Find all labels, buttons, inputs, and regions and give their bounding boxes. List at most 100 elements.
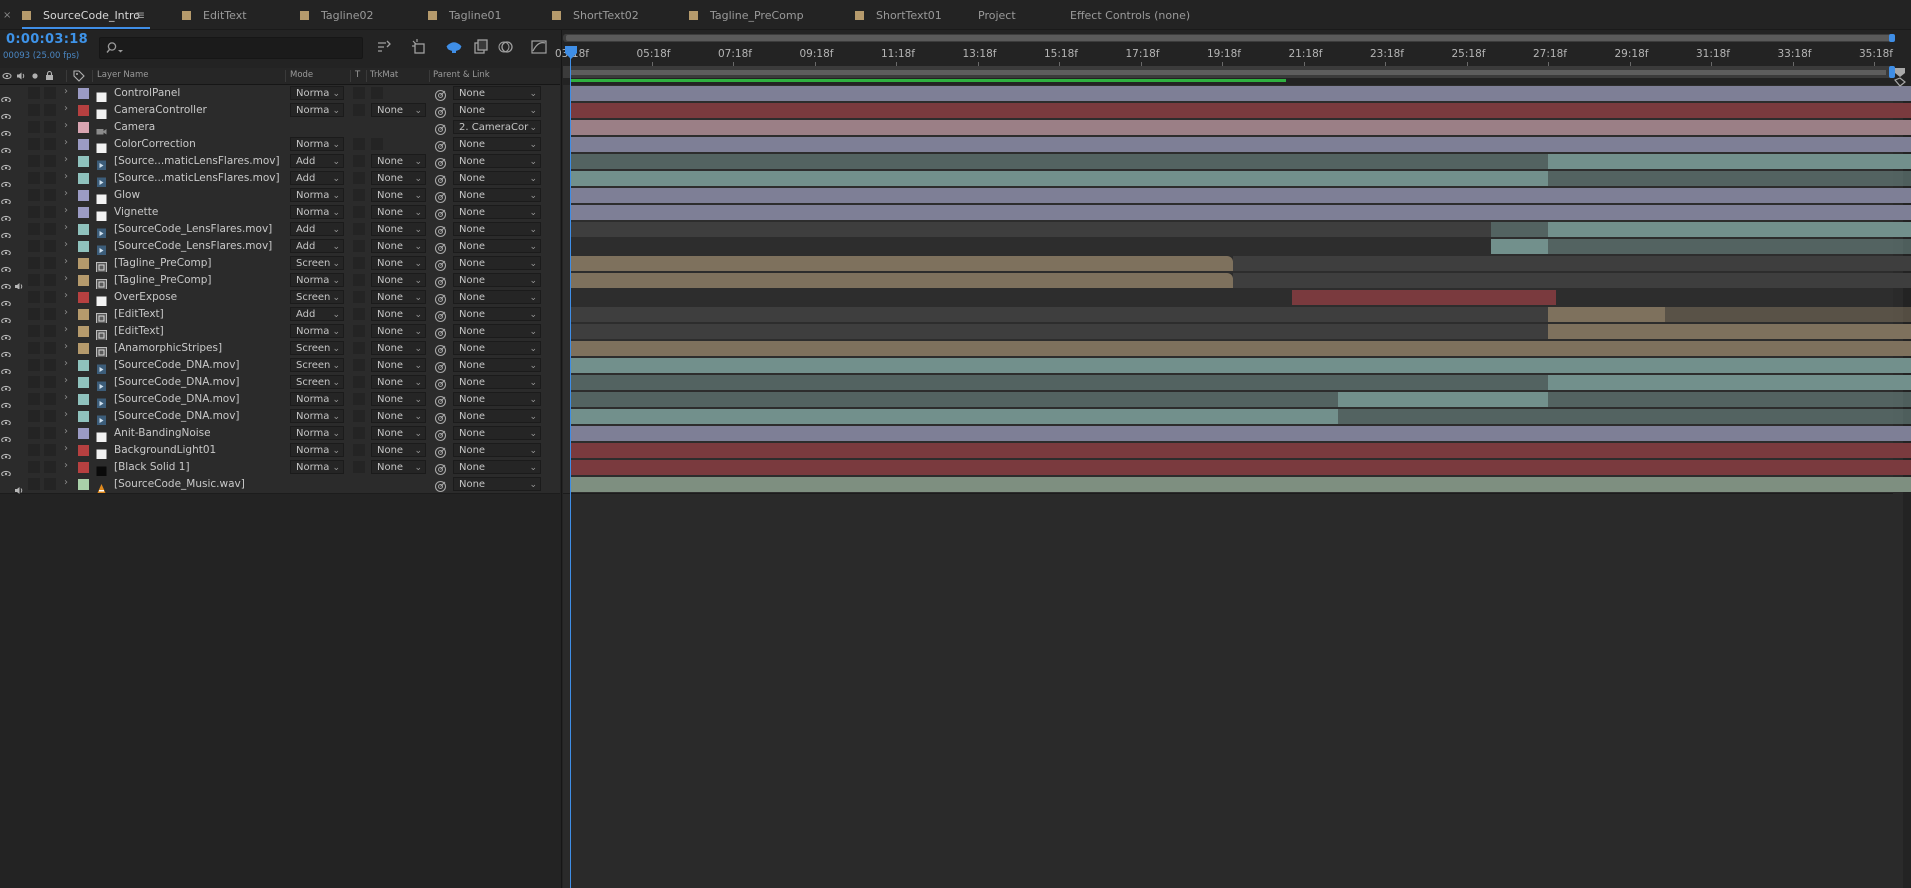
solo-switch[interactable] [28, 121, 40, 133]
lock-switch[interactable] [44, 206, 56, 218]
parent-pick-whip-icon[interactable] [434, 478, 447, 493]
solo-switch[interactable] [28, 104, 40, 116]
parent-dropdown[interactable]: None ⌄ [453, 273, 541, 287]
tab-4[interactable]: ShortText02 [552, 0, 639, 30]
layer-name[interactable]: [SourceCode_DNA.mov] [114, 393, 240, 405]
layer-duration-bar[interactable] [570, 375, 1548, 390]
expand-chevron-icon[interactable]: › [64, 239, 68, 250]
tab-0[interactable]: SourceCode_Intro [22, 0, 140, 30]
expand-chevron-icon[interactable]: › [64, 477, 68, 488]
track-matte-dropdown[interactable]: None ⌄ [371, 460, 426, 474]
blend-mode-dropdown[interactable]: Norma ⌄ [290, 188, 344, 202]
layer-track[interactable] [563, 425, 1911, 443]
preserve-transparency-switch[interactable] [353, 240, 365, 252]
expand-chevron-icon[interactable]: › [64, 358, 68, 369]
preserve-transparency-switch[interactable] [353, 308, 365, 320]
label-color-swatch[interactable] [78, 309, 89, 320]
column-mode[interactable]: Mode [290, 70, 313, 80]
layer-duration-bar[interactable] [1337, 392, 1548, 407]
layer-duration-bar[interactable] [1665, 307, 1911, 322]
parent-pick-whip-icon[interactable] [434, 257, 447, 272]
layer-duration-bar[interactable] [570, 477, 1911, 492]
layer-duration-bar[interactable] [1490, 239, 1548, 254]
preserve-transparency-switch[interactable] [353, 393, 365, 405]
blend-mode-dropdown[interactable]: Norma ⌄ [290, 103, 344, 117]
expand-chevron-icon[interactable]: › [64, 171, 68, 182]
layer-duration-bar[interactable] [1548, 392, 1911, 407]
layer-track[interactable] [563, 340, 1911, 358]
lock-switch[interactable] [44, 274, 56, 286]
layer-row[interactable]: › [AnamorphicStripes] Screen ⌄ None ⌄ None ⌄ [0, 340, 560, 359]
tab-6[interactable]: ShortText01 [855, 0, 942, 30]
track-matte-dropdown[interactable]: None ⌄ [371, 290, 426, 304]
parent-dropdown[interactable]: None ⌄ [453, 137, 541, 151]
solo-switch[interactable] [28, 291, 40, 303]
parent-dropdown[interactable]: None ⌄ [453, 358, 541, 372]
layer-track[interactable] [563, 255, 1911, 273]
blend-mode-dropdown[interactable]: Add ⌄ [290, 171, 344, 185]
expand-chevron-icon[interactable]: › [64, 205, 68, 216]
layer-duration-bar[interactable] [1548, 324, 1911, 339]
track-matte-dropdown[interactable]: None ⌄ [371, 256, 426, 270]
parent-pick-whip-icon[interactable] [434, 155, 447, 170]
layer-name[interactable]: [EditText] [114, 325, 164, 337]
layer-duration-bar[interactable] [570, 341, 1911, 356]
solo-switch[interactable] [28, 444, 40, 456]
parent-dropdown[interactable]: None ⌄ [453, 86, 541, 100]
track-matte-dropdown[interactable]: None ⌄ [371, 239, 426, 253]
tab-menu-icon[interactable]: ≡ [135, 0, 145, 30]
blend-mode-dropdown[interactable]: Norma ⌄ [290, 409, 344, 423]
layer-duration-bar[interactable] [570, 409, 1338, 424]
blend-mode-dropdown[interactable]: Norma ⌄ [290, 426, 344, 440]
lock-switch[interactable] [44, 376, 56, 388]
layer-row[interactable]: › [Tagline_PreComp] Norma ⌄ None ⌄ None ⌄ [0, 272, 560, 291]
blend-mode-dropdown[interactable]: Norma ⌄ [290, 460, 344, 474]
parent-dropdown[interactable]: None ⌄ [453, 171, 541, 185]
layer-name[interactable]: ColorCorrection [114, 138, 196, 150]
tab-3[interactable]: Tagline01 [428, 0, 501, 30]
expand-chevron-icon[interactable]: › [64, 375, 68, 386]
layer-track[interactable] [563, 238, 1911, 256]
layer-row[interactable]: › [Tagline_PreComp] Screen ⌄ None ⌄ None ⌄ [0, 255, 560, 274]
expand-chevron-icon[interactable]: › [64, 188, 68, 199]
label-color-swatch[interactable] [78, 462, 89, 473]
expand-chevron-icon[interactable]: › [64, 273, 68, 284]
graph-editor-icon[interactable] [529, 37, 549, 57]
solo-switch[interactable] [28, 427, 40, 439]
layer-row[interactable]: › BackgroundLight01 Norma ⌄ None ⌄ None ⌄ [0, 442, 560, 461]
label-color-swatch[interactable] [78, 428, 89, 439]
blend-mode-dropdown[interactable]: Add ⌄ [290, 307, 344, 321]
tab-8[interactable]: Effect Controls (none) [1070, 0, 1190, 30]
label-color-swatch[interactable] [78, 190, 89, 201]
expand-chevron-icon[interactable]: › [64, 307, 68, 318]
preserve-transparency-switch[interactable] [353, 138, 365, 150]
expand-chevron-icon[interactable]: › [64, 341, 68, 352]
track-matte-dropdown[interactable]: None ⌄ [371, 103, 426, 117]
parent-dropdown[interactable]: None ⌄ [453, 222, 541, 236]
expand-chevron-icon[interactable]: › [64, 460, 68, 471]
label-color-swatch[interactable] [78, 241, 89, 252]
parent-dropdown[interactable]: None ⌄ [453, 307, 541, 321]
lock-switch[interactable] [44, 478, 56, 490]
solo-switch[interactable] [28, 87, 40, 99]
layer-track[interactable] [563, 289, 1893, 307]
lock-switch[interactable] [44, 308, 56, 320]
layer-name[interactable]: [SourceCode_LensFlares.mov] [114, 240, 272, 252]
parent-pick-whip-icon[interactable] [434, 87, 447, 102]
layer-track[interactable] [563, 153, 1911, 171]
parent-pick-whip-icon[interactable] [434, 376, 447, 391]
lock-switch[interactable] [44, 155, 56, 167]
track-matte-dropdown[interactable]: None ⌄ [371, 443, 426, 457]
blend-mode-dropdown[interactable]: Norma ⌄ [290, 137, 344, 151]
label-color-swatch[interactable] [78, 377, 89, 388]
parent-dropdown[interactable]: None ⌄ [453, 341, 541, 355]
expand-chevron-icon[interactable]: › [64, 256, 68, 267]
blend-mode-dropdown[interactable]: Norma ⌄ [290, 324, 344, 338]
layer-track[interactable] [563, 119, 1911, 137]
frame-blending-icon[interactable] [471, 37, 491, 57]
layer-duration-bar[interactable] [1233, 273, 1911, 288]
lock-switch[interactable] [44, 410, 56, 422]
preserve-transparency-switch[interactable] [353, 291, 365, 303]
layer-duration-bar[interactable] [570, 426, 1911, 441]
parent-pick-whip-icon[interactable] [434, 427, 447, 442]
